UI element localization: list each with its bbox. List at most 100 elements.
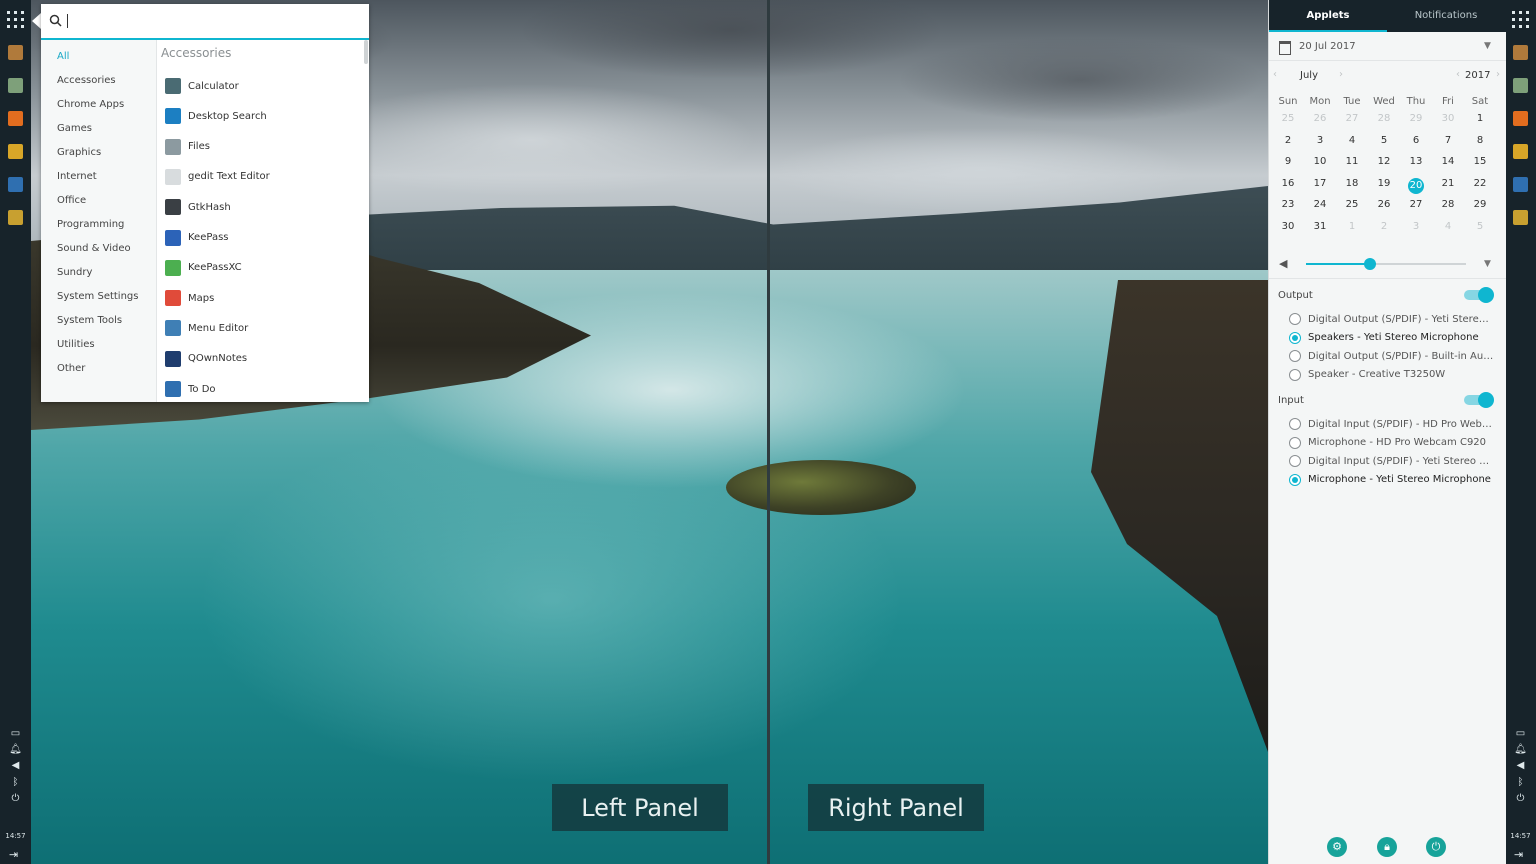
- calendar-day[interactable]: 18: [1336, 178, 1368, 189]
- calendar-day[interactable]: 25: [1272, 113, 1304, 124]
- category-item[interactable]: System Settings: [57, 291, 138, 302]
- calendar-day[interactable]: 3: [1400, 221, 1432, 232]
- clock[interactable]: 14:57: [0, 832, 31, 840]
- calendar-day[interactable]: 16: [1272, 178, 1304, 189]
- settings-icon[interactable]: ⚙: [1327, 837, 1347, 857]
- category-item[interactable]: Graphics: [57, 147, 101, 158]
- calendar-day[interactable]: 7: [1432, 135, 1464, 146]
- output-device-option[interactable]: Speaker - Creative T3250W: [1289, 368, 1494, 381]
- chevron-down-icon[interactable]: ▼: [1484, 259, 1491, 269]
- category-item[interactable]: Programming: [57, 219, 124, 230]
- bluetooth-icon[interactable]: ᛒ: [1514, 777, 1527, 789]
- calendar-day[interactable]: 29: [1464, 199, 1496, 210]
- category-item[interactable]: Internet: [57, 171, 97, 182]
- lock-icon[interactable]: 🔒︎: [1377, 837, 1397, 857]
- calendar-day[interactable]: 26: [1304, 113, 1336, 124]
- files-icon[interactable]: [8, 144, 23, 159]
- output-device-option[interactable]: Speakers - Yeti Stereo Microphone: [1289, 331, 1494, 344]
- category-item[interactable]: Sundry: [57, 267, 92, 278]
- prev-year-icon[interactable]: ‹: [1456, 69, 1460, 80]
- date-header[interactable]: 20 Jul 2017 ▼: [1269, 34, 1506, 61]
- power-icon[interactable]: ⏻: [1514, 793, 1527, 805]
- category-item[interactable]: Chrome Apps: [57, 99, 124, 110]
- calendar-day[interactable]: 1: [1336, 221, 1368, 232]
- radio-button[interactable]: [1289, 350, 1301, 362]
- downloads-icon[interactable]: [8, 45, 23, 60]
- calendar-day[interactable]: 28: [1432, 199, 1464, 210]
- speaker-icon[interactable]: [1513, 210, 1528, 225]
- input-device-option[interactable]: Microphone - HD Pro Webcam C920: [1289, 436, 1494, 449]
- calendar-day[interactable]: 22: [1464, 178, 1496, 189]
- power-icon[interactable]: ⏻: [1426, 837, 1446, 857]
- category-item[interactable]: Utilities: [57, 339, 95, 350]
- category-item[interactable]: Sound & Video: [57, 243, 131, 254]
- media-player-icon[interactable]: [8, 177, 23, 192]
- input-device-option[interactable]: Microphone - Yeti Stereo Microphone: [1289, 473, 1494, 486]
- app-grid-icon[interactable]: [1512, 11, 1529, 28]
- volume-icon[interactable]: ◀: [9, 760, 22, 772]
- media-player-icon[interactable]: [1513, 177, 1528, 192]
- app-item[interactable]: Maps: [165, 287, 214, 309]
- category-item[interactable]: Accessories: [57, 75, 116, 86]
- calendar-day[interactable]: 4: [1336, 135, 1368, 146]
- tab-applets[interactable]: Applets: [1269, 0, 1387, 32]
- firefox-icon[interactable]: [8, 111, 23, 126]
- calendar-day[interactable]: 12: [1368, 156, 1400, 167]
- calendar-day[interactable]: 5: [1464, 221, 1496, 232]
- calendar-day[interactable]: 3: [1304, 135, 1336, 146]
- app-item[interactable]: Files: [165, 136, 210, 158]
- calendar-day[interactable]: 27: [1336, 113, 1368, 124]
- logout-icon[interactable]: ⇥: [1514, 848, 1523, 861]
- calendar-day-today[interactable]: 20: [1400, 177, 1432, 194]
- app-item[interactable]: GtkHash: [165, 196, 231, 218]
- calendar-day[interactable]: 30: [1272, 221, 1304, 232]
- app-item[interactable]: Desktop Search: [165, 105, 267, 127]
- category-item[interactable]: All: [57, 51, 69, 62]
- calendar-day[interactable]: 2: [1272, 135, 1304, 146]
- calendar-day[interactable]: 23: [1272, 199, 1304, 210]
- calendar-day[interactable]: 26: [1368, 199, 1400, 210]
- power-icon[interactable]: ⏻: [9, 793, 22, 805]
- logout-icon[interactable]: ⇥: [9, 848, 18, 861]
- app-item[interactable]: KeePassXC: [165, 257, 242, 279]
- calendar-day[interactable]: 4: [1432, 221, 1464, 232]
- output-device-option[interactable]: Digital Output (S/PDIF) - Yeti Stereo Mi…: [1289, 313, 1494, 325]
- calendar-day[interactable]: 15: [1464, 156, 1496, 167]
- category-item[interactable]: Other: [57, 363, 85, 374]
- calendar-day[interactable]: 24: [1304, 199, 1336, 210]
- display-icon[interactable]: ▭: [9, 728, 22, 740]
- display-icon[interactable]: ▭: [1514, 728, 1527, 740]
- firefox-icon[interactable]: [1513, 111, 1528, 126]
- output-device-option[interactable]: Digital Output (S/PDIF) - Built-in Audio: [1289, 350, 1494, 362]
- speaker-icon[interactable]: [8, 210, 23, 225]
- radio-button[interactable]: [1289, 436, 1301, 449]
- next-month-icon[interactable]: ›: [1339, 69, 1343, 80]
- input-toggle[interactable]: [1464, 392, 1494, 408]
- calendar-day[interactable]: 9: [1272, 156, 1304, 167]
- app-grid-icon[interactable]: [7, 11, 24, 28]
- radio-button[interactable]: [1289, 455, 1301, 467]
- chevron-down-icon[interactable]: ▼: [1484, 41, 1491, 51]
- calendar-day[interactable]: 10: [1304, 156, 1336, 167]
- radio-button[interactable]: [1289, 473, 1301, 486]
- calendar-day[interactable]: 13: [1400, 156, 1432, 167]
- input-device-option[interactable]: Digital Input (S/PDIF) - Yeti Stereo Mic…: [1289, 455, 1494, 467]
- bluetooth-icon[interactable]: ᛒ: [9, 777, 22, 789]
- app-item[interactable]: Menu Editor: [165, 317, 248, 339]
- downloads-icon[interactable]: [1513, 45, 1528, 60]
- radio-button[interactable]: [1289, 418, 1301, 430]
- calendar-day[interactable]: 6: [1400, 135, 1432, 146]
- search-input[interactable]: [66, 12, 360, 32]
- prev-month-icon[interactable]: ‹: [1273, 69, 1277, 80]
- radio-button[interactable]: [1289, 331, 1301, 344]
- category-item[interactable]: Office: [57, 195, 86, 206]
- category-item[interactable]: Games: [57, 123, 92, 134]
- calendar-day[interactable]: 5: [1368, 135, 1400, 146]
- calendar-day[interactable]: 2: [1368, 221, 1400, 232]
- calendar-day[interactable]: 27: [1400, 199, 1432, 210]
- output-toggle[interactable]: [1464, 287, 1494, 303]
- calendar-day[interactable]: 31: [1304, 221, 1336, 232]
- volume-icon[interactable]: ◀: [1514, 760, 1527, 772]
- calendar-day[interactable]: 11: [1336, 156, 1368, 167]
- archive-icon[interactable]: [1513, 78, 1528, 93]
